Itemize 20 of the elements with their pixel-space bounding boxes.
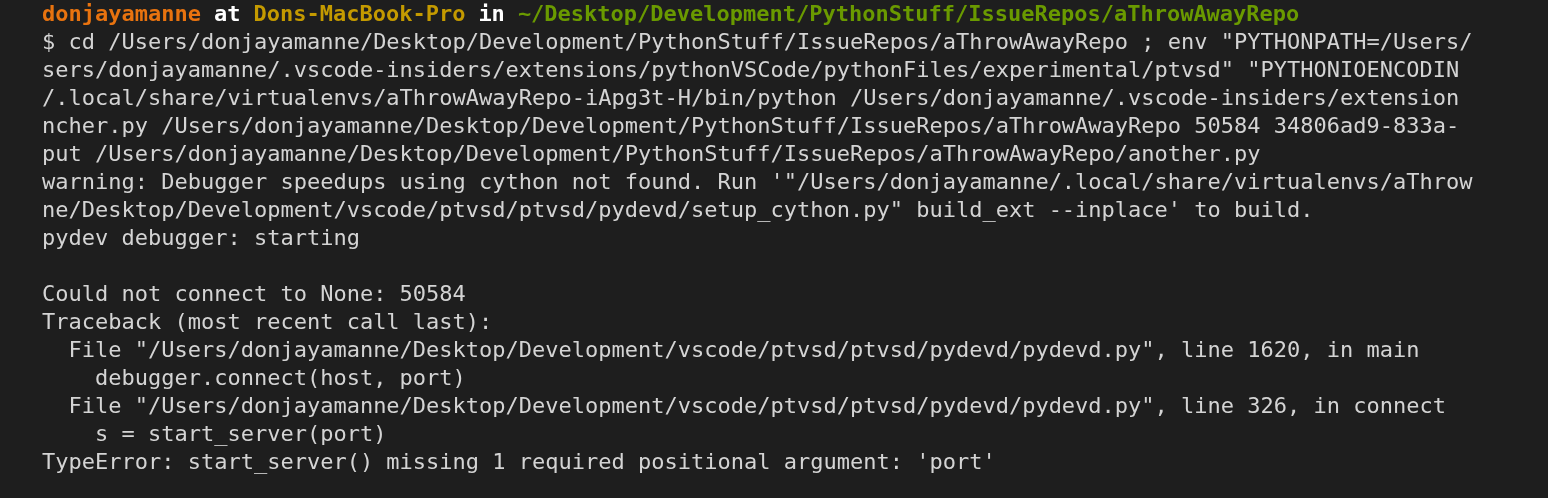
output-line: put /Users/donjayamanne/Desktop/Development/PythonStuff/IssueRepos/aThrowAwayRepo/another.py — [42, 140, 1261, 168]
output-line: warning: Debugger speedups using cython not found. Run '"/Users/donjayamanne/.local/share/virtualenvs/aThrow — [42, 168, 1473, 196]
prompt-host: Dons-MacBook-Pro — [253, 0, 466, 28]
prompt-text: at — [213, 0, 241, 28]
output-line: $ cd /Users/donjayamanne/Desktop/Development/PythonStuff/IssueRepos/aThrowAwayRepo ; env "PYTHONPATH=/Users/ — [42, 28, 1473, 56]
prompt-user: donjayamanne — [42, 0, 201, 28]
output-line: Could not connect to None: 50584 — [42, 280, 466, 308]
output-line: Traceback (most recent call last): — [42, 308, 493, 336]
output-line: debugger.connect(host, port) — [93, 364, 466, 392]
prompt-text: in — [478, 0, 505, 28]
output-line: sers/donjayamanne/.vscode-insiders/extensions/pythonVSCode/pythonFiles/experimental/ptvsd" "PYTHONIOENCODIN — [42, 56, 1460, 84]
prompt-path: ~/Desktop/Development/PythonStuff/IssueRepos/aThrowAwayRepo — [517, 0, 1300, 28]
output-line: ne/Desktop/Development/vscode/ptvsd/ptvsd/pydevd/setup_cython.py" build_ext --inplace' to build. — [42, 196, 1314, 224]
output-line: TypeError: start_server() missing 1 required positional argument: 'port' — [42, 448, 996, 476]
output-line: /.local/share/virtualenvs/aThrowAwayRepo-iApg3t-H/bin/python /Users/donjayamanne/.vscode-insiders/extension — [42, 84, 1460, 112]
output-line: File "/Users/donjayamanne/Desktop/Development/vscode/ptvsd/ptvsd/pydevd/pydevd.py", line 326, in connect — [67, 392, 1446, 420]
output-line: s = start_server(port) — [93, 420, 387, 448]
output-line: File "/Users/donjayamanne/Desktop/Development/vscode/ptvsd/ptvsd/pydevd/pydevd.py", line 1620, in main — [67, 336, 1420, 364]
output-line: ncher.py /Users/donjayamanne/Desktop/Development/PythonStuff/IssueRepos/aThrowAwayRepo 50584 34806ad9-833a- — [42, 112, 1460, 140]
output-line: pydev debugger: starting — [42, 224, 360, 252]
